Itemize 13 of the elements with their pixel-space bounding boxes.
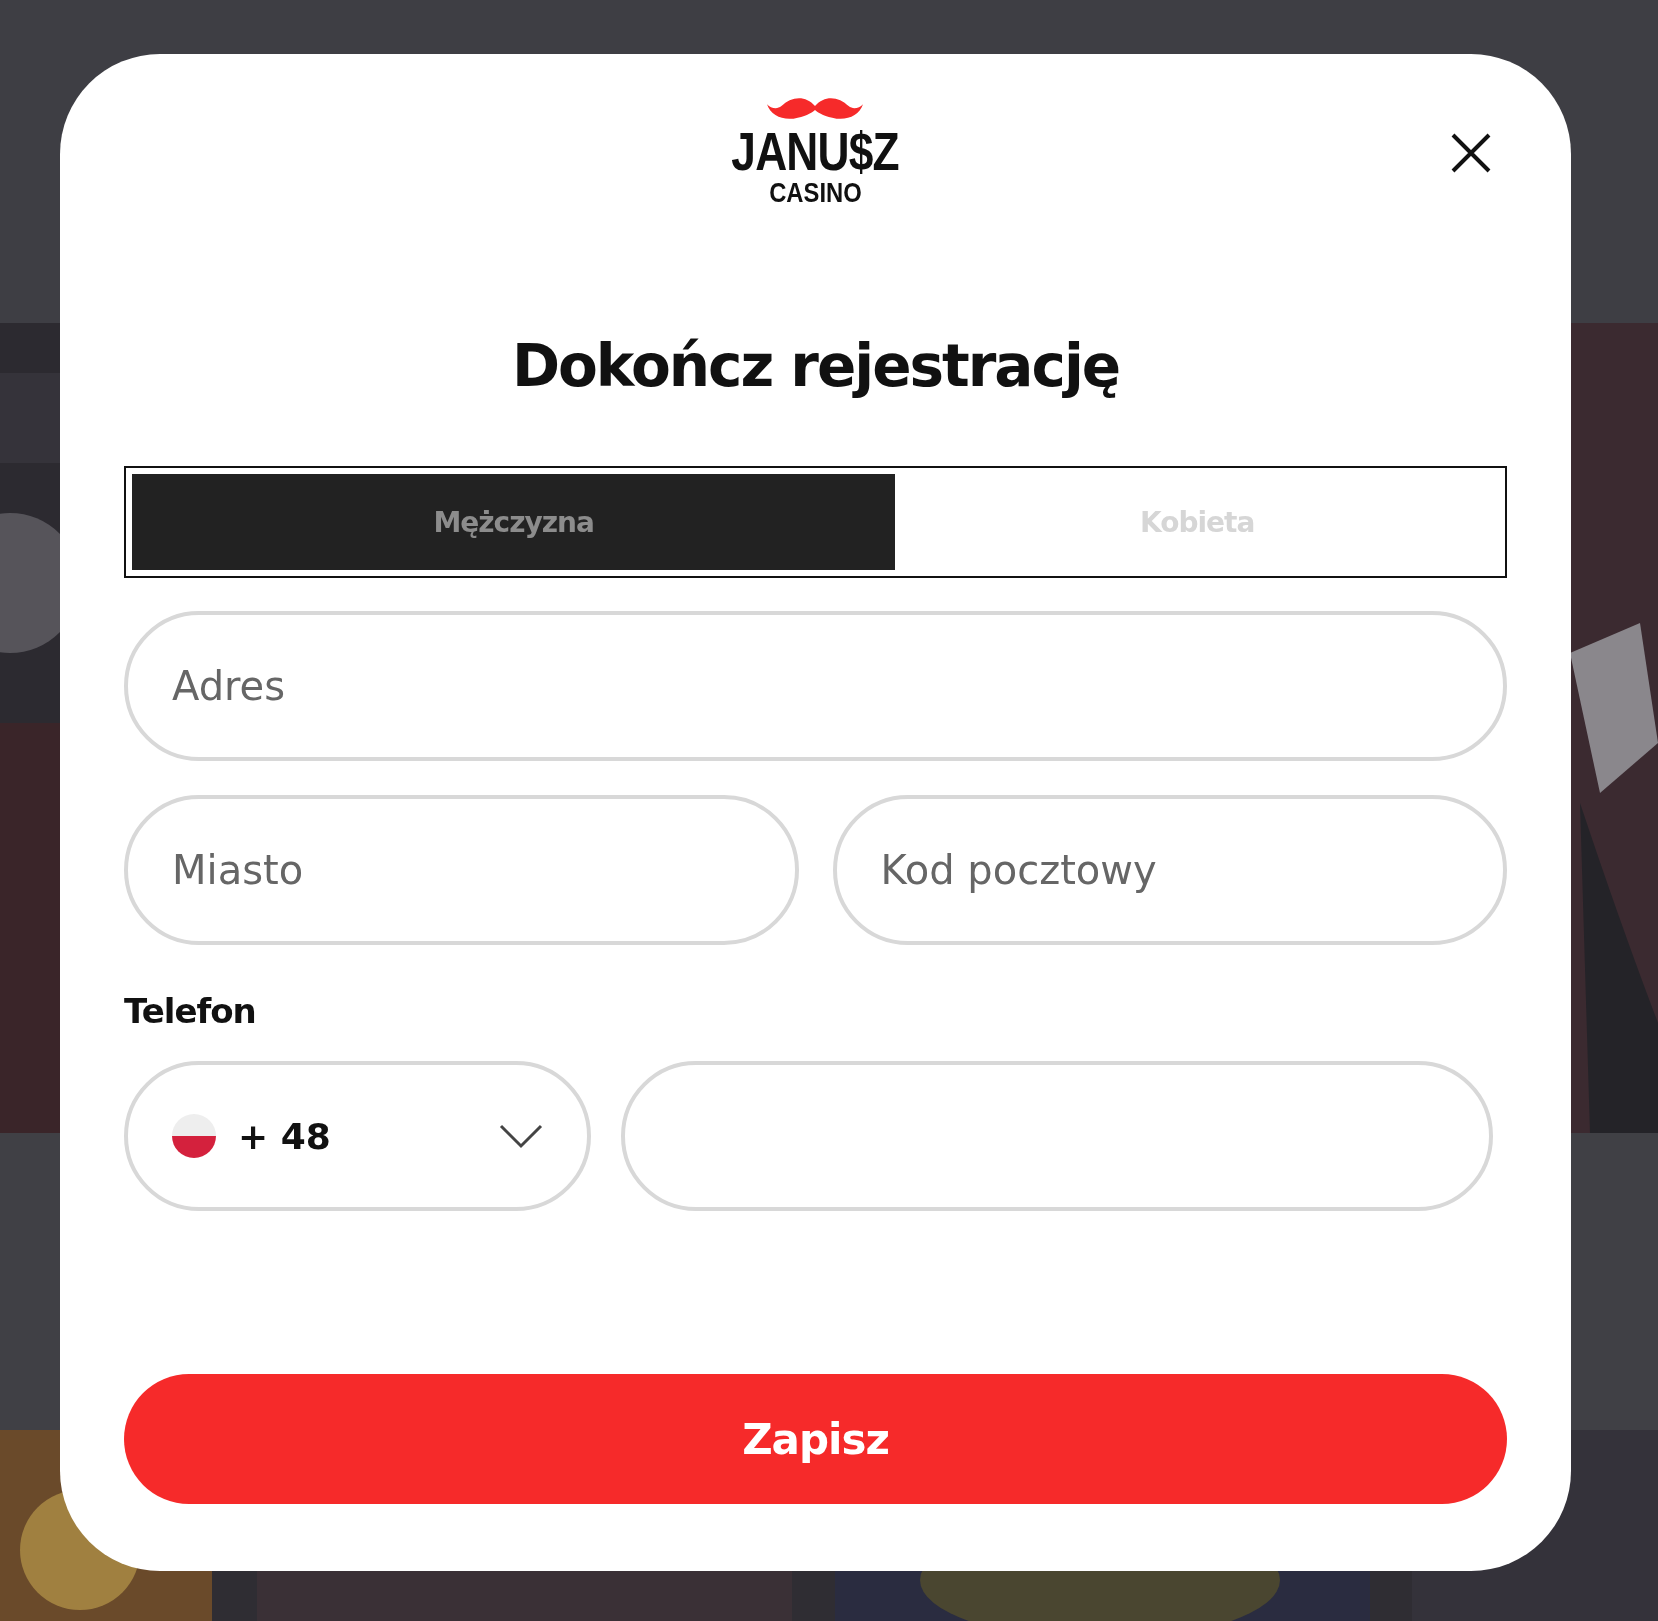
save-button[interactable]: Zapisz	[124, 1374, 1507, 1504]
dialog-title: Dokończ rejestrację	[510, 331, 1121, 402]
phone-label: Telefon	[124, 991, 257, 1031]
gender-tab[interactable]: Mężczyzna	[132, 474, 896, 570]
chevron-down-icon	[499, 1123, 543, 1149]
logo-text: JANU$Z	[731, 124, 900, 178]
close-icon	[1450, 132, 1492, 174]
address-field[interactable]: Adres	[124, 611, 1507, 761]
city-field[interactable]: Miasto	[124, 795, 799, 945]
logo-subtitle: CASINO	[769, 178, 862, 208]
postal-code-field[interactable]: Kod pocztowy	[832, 795, 1507, 945]
country-code-dropdown[interactable]: + 48	[124, 1061, 591, 1211]
flag-icon	[172, 1114, 216, 1158]
